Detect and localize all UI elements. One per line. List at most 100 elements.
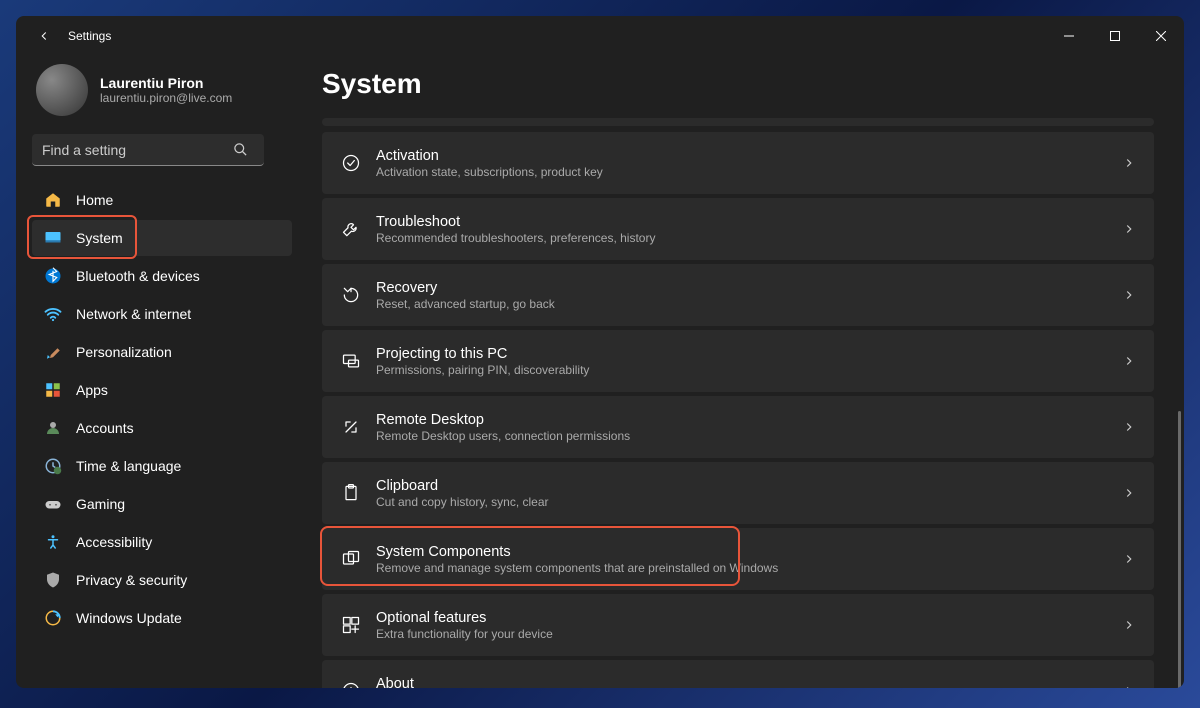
card-title: Activation [376, 148, 1122, 164]
card-description: Remove and manage system components that… [376, 561, 1122, 575]
home-icon [44, 191, 62, 209]
gaming-icon [44, 495, 62, 513]
settings-window: Settings Laurentiu Piron laurentiu.piron… [16, 16, 1184, 688]
card-description: Permissions, pairing PIN, discoverabilit… [376, 363, 1122, 377]
card-description: Remote Desktop users, connection permiss… [376, 429, 1122, 443]
chevron-right-icon [1122, 222, 1136, 236]
sidebar-item-label: Accessibility [76, 534, 152, 550]
recovery-icon [340, 284, 362, 306]
card-title: System Components [376, 544, 1122, 560]
sidebar-item-bluetooth-devices[interactable]: Bluetooth & devices [32, 258, 292, 294]
card-description: Reset, advanced startup, go back [376, 297, 1122, 311]
sidebar-item-windows-update[interactable]: Windows Update [32, 600, 292, 636]
chevron-right-icon [1122, 684, 1136, 688]
settings-card-recovery[interactable]: Recovery Reset, advanced startup, go bac… [322, 264, 1154, 326]
scrollbar-thumb[interactable] [1178, 411, 1181, 688]
window-controls [1046, 16, 1184, 56]
window-body: Laurentiu Piron laurentiu.piron@live.com… [16, 56, 1184, 688]
sidebar-item-apps[interactable]: Apps [32, 372, 292, 408]
sidebar-item-label: Gaming [76, 496, 125, 512]
card-description: Activation state, subscriptions, product… [376, 165, 1122, 179]
sidebar-item-label: Privacy & security [76, 572, 187, 588]
chevron-right-icon [1122, 156, 1136, 170]
sidebar-item-label: Windows Update [76, 610, 182, 626]
maximize-button[interactable] [1092, 16, 1138, 56]
chevron-right-icon [1122, 486, 1136, 500]
search-icon [233, 142, 248, 157]
sidebar-item-system[interactable]: System [32, 220, 292, 256]
sidebar-item-label: System [76, 230, 123, 246]
main-content: System Activation Activation state, subs… [304, 56, 1184, 688]
search-container [32, 134, 292, 166]
optional-icon [340, 614, 362, 636]
settings-card-projecting-to-this-pc[interactable]: Projecting to this PC Permissions, pairi… [322, 330, 1154, 392]
check-circle-icon [340, 152, 362, 174]
user-name: Laurentiu Piron [100, 75, 232, 91]
wifi-icon [44, 305, 62, 323]
card-title: Projecting to this PC [376, 346, 1122, 362]
previous-card-peek [322, 118, 1154, 126]
chevron-right-icon [1122, 288, 1136, 302]
clipboard-icon [340, 482, 362, 504]
wrench-icon [340, 218, 362, 240]
chevron-right-icon [1122, 420, 1136, 434]
components-icon [340, 548, 362, 570]
minimize-button[interactable] [1046, 16, 1092, 56]
card-title: Optional features [376, 610, 1122, 626]
settings-card-troubleshoot[interactable]: Troubleshoot Recommended troubleshooters… [322, 198, 1154, 260]
privacy-icon [44, 571, 62, 589]
chevron-right-icon [1122, 354, 1136, 368]
chevron-right-icon [1122, 618, 1136, 632]
avatar [36, 64, 88, 116]
card-title: Remote Desktop [376, 412, 1122, 428]
card-title: Clipboard [376, 478, 1122, 494]
about-icon [340, 680, 362, 688]
sidebar-item-label: Apps [76, 382, 108, 398]
sidebar-item-label: Home [76, 192, 113, 208]
sidebar-item-accessibility[interactable]: Accessibility [32, 524, 292, 560]
sidebar-item-home[interactable]: Home [32, 182, 292, 218]
page-title: System [322, 68, 1154, 100]
account-icon [44, 419, 62, 437]
sidebar-item-label: Time & language [76, 458, 181, 474]
nav-list: Home System Bluetooth & devices Network … [32, 182, 292, 636]
update-icon [44, 609, 62, 627]
titlebar: Settings [16, 16, 1184, 56]
system-icon [44, 229, 62, 247]
card-description: Cut and copy history, sync, clear [376, 495, 1122, 509]
apps-icon [44, 381, 62, 399]
sidebar-item-time-language[interactable]: Time & language [32, 448, 292, 484]
close-button[interactable] [1138, 16, 1184, 56]
settings-card-clipboard[interactable]: Clipboard Cut and copy history, sync, cl… [322, 462, 1154, 524]
card-description: Extra functionality for your device [376, 627, 1122, 641]
card-description: Recommended troubleshooters, preferences… [376, 231, 1122, 245]
settings-card-about[interactable]: About Device specifications, rename PC, … [322, 660, 1154, 688]
user-profile[interactable]: Laurentiu Piron laurentiu.piron@live.com [32, 56, 292, 134]
sidebar-item-label: Bluetooth & devices [76, 268, 200, 284]
settings-card-remote-desktop[interactable]: Remote Desktop Remote Desktop users, con… [322, 396, 1154, 458]
card-title: Recovery [376, 280, 1122, 296]
settings-card-system-components[interactable]: System Components Remove and manage syst… [322, 528, 1154, 590]
bluetooth-icon [44, 267, 62, 285]
user-email: laurentiu.piron@live.com [100, 91, 232, 105]
chevron-right-icon [1122, 552, 1136, 566]
sidebar-item-label: Personalization [76, 344, 172, 360]
settings-card-optional-features[interactable]: Optional features Extra functionality fo… [322, 594, 1154, 656]
sidebar-item-personalization[interactable]: Personalization [32, 334, 292, 370]
window-title: Settings [60, 29, 111, 43]
remote-icon [340, 416, 362, 438]
sidebar-item-gaming[interactable]: Gaming [32, 486, 292, 522]
time-icon [44, 457, 62, 475]
accessibility-icon [44, 533, 62, 551]
sidebar-item-label: Accounts [76, 420, 134, 436]
back-button[interactable] [28, 29, 60, 43]
search-input[interactable] [32, 134, 264, 166]
card-title: Troubleshoot [376, 214, 1122, 230]
project-icon [340, 350, 362, 372]
brush-icon [44, 343, 62, 361]
card-title: About [376, 676, 1122, 689]
sidebar-item-accounts[interactable]: Accounts [32, 410, 292, 446]
settings-card-activation[interactable]: Activation Activation state, subscriptio… [322, 132, 1154, 194]
sidebar-item-privacy-security[interactable]: Privacy & security [32, 562, 292, 598]
sidebar-item-network-internet[interactable]: Network & internet [32, 296, 292, 332]
